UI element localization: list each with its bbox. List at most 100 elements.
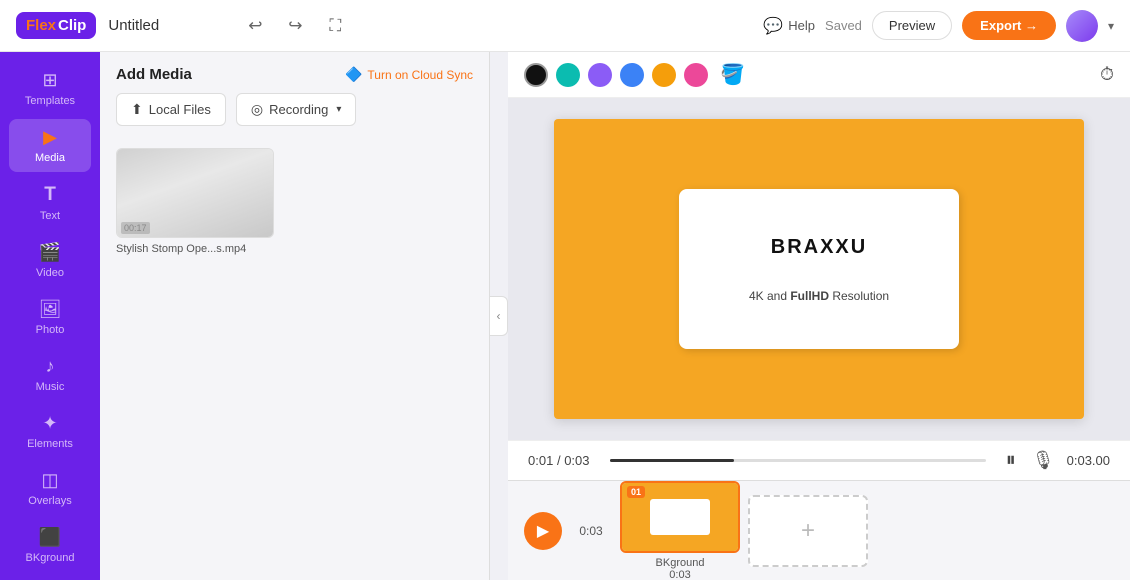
clip-label: BKground: [620, 557, 740, 569]
color-swatch-black[interactable]: [524, 63, 548, 87]
timeline-clip[interactable]: 01: [620, 481, 740, 553]
text-icon: T: [44, 184, 56, 206]
canvas-area: 🪣 ⏱ BRAXXU 4K and FullHD Resolution 0:01…: [508, 52, 1130, 580]
clip-preview-card: [650, 499, 710, 535]
sidebar: ⊞ Templates ▶ Media T Text 🎬 Video 🖼 Pho…: [0, 52, 100, 580]
video-preview: 00:17: [117, 148, 273, 238]
add-clip-wrapper: +: [748, 495, 868, 567]
media-thumbnail: 00:17: [116, 148, 274, 238]
media-label: Stylish Stomp Ope...s.mp4: [116, 243, 276, 255]
title-input[interactable]: [108, 17, 228, 34]
sidebar-item-overlays[interactable]: ◫ Overlays: [9, 462, 91, 515]
logo: FlexClip: [16, 12, 96, 39]
recording-chevron-icon: ▾: [336, 104, 341, 115]
media-panel: Add Media 🔷 Turn on Cloud Sync ⬆ Local F…: [100, 52, 490, 580]
sidebar-item-templates[interactable]: ⊞ Templates: [9, 62, 91, 115]
add-clip-button[interactable]: +: [748, 495, 868, 567]
avatar[interactable]: [1066, 10, 1098, 42]
local-files-label: Local Files: [149, 102, 211, 117]
preview-card-subtitle: 4K and FullHD Resolution: [749, 289, 889, 303]
help-button[interactable]: 💬 Help: [763, 16, 815, 36]
timer-icon[interactable]: ⏱: [1100, 64, 1114, 85]
color-swatch-blue[interactable]: [620, 63, 644, 87]
pause-button[interactable]: ⏸: [1006, 449, 1016, 472]
timeline-play-button[interactable]: ▶: [524, 512, 562, 550]
timeline-time: 0:03: [572, 524, 610, 538]
sidebar-item-label: Music: [36, 381, 65, 393]
color-swatch-yellow[interactable]: [652, 63, 676, 87]
panel-collapse-button[interactable]: ‹: [490, 296, 508, 336]
preview-card-title: BRAXXU: [771, 236, 867, 259]
preview-card: BRAXXU 4K and FullHD Resolution: [679, 189, 959, 349]
sidebar-item-bkground[interactable]: ⬛ BKground: [9, 519, 91, 572]
sidebar-item-label: Text: [40, 210, 60, 222]
topbar: FlexClip ↩ ↪ ⛶ 💬 Help Saved Preview Expo…: [0, 0, 1130, 52]
local-files-button[interactable]: ⬆ Local Files: [116, 93, 226, 126]
fullscreen-button[interactable]: ⛶: [320, 11, 350, 41]
media-item[interactable]: 00:17 Stylish Stomp Ope...s.mp4: [116, 148, 276, 255]
sidebar-item-text[interactable]: T Text: [9, 176, 91, 230]
help-icon: 💬: [763, 16, 783, 36]
undo-button[interactable]: ↩: [240, 11, 270, 41]
main-layout: ⊞ Templates ▶ Media T Text 🎬 Video 🖼 Pho…: [0, 52, 1130, 580]
sidebar-item-media[interactable]: ▶ Media: [9, 119, 91, 172]
export-button[interactable]: Export →: [962, 11, 1056, 40]
sidebar-item-label: Templates: [25, 95, 75, 107]
topbar-right: 💬 Help Saved Preview Export → ▾: [763, 10, 1114, 42]
templates-icon: ⊞: [42, 70, 57, 91]
fill-tool-icon[interactable]: 🪣: [720, 62, 745, 87]
saved-indicator: Saved: [825, 18, 862, 33]
logo-clip: Clip: [58, 17, 86, 34]
subtitle-bold: FullHD: [790, 289, 829, 303]
panel-header: Add Media 🔷 Turn on Cloud Sync: [100, 52, 489, 93]
bkground-icon: ⬛: [39, 527, 61, 548]
timeline-clips: 01 BKground 0:03 +: [620, 481, 868, 580]
topbar-icons: ↩ ↪ ⛶: [240, 11, 350, 41]
progress-track[interactable]: [610, 459, 986, 462]
timeline: ▶ 0:03 01 BKground 0:03 +: [508, 480, 1130, 580]
current-time: 0:01 / 0:03: [528, 453, 590, 468]
subtitle-pre: 4K and: [749, 289, 790, 303]
color-swatch-pink[interactable]: [684, 63, 708, 87]
photo-icon: 🖼: [39, 299, 62, 320]
clip-badge: 01: [627, 486, 645, 498]
preview-canvas[interactable]: BRAXXU 4K and FullHD Resolution: [554, 119, 1084, 419]
microphone-button[interactable]: 🎙: [1032, 450, 1055, 471]
recording-icon: ◎: [251, 101, 263, 118]
subtitle-post: Resolution: [829, 289, 889, 303]
color-swatch-purple[interactable]: [588, 63, 612, 87]
cloud-sync-button[interactable]: 🔷 Turn on Cloud Sync: [345, 66, 473, 83]
color-swatch-teal[interactable]: [556, 63, 580, 87]
panel-actions: ⬆ Local Files ◎ Recording ▾: [100, 93, 489, 138]
progress-fill: [610, 459, 734, 462]
recording-button[interactable]: ◎ Recording ▾: [236, 93, 357, 126]
panel-title: Add Media: [116, 66, 192, 83]
cloud-sync-label: Turn on Cloud Sync: [367, 68, 473, 82]
cloud-icon: 🔷: [345, 66, 362, 83]
duration-display: 0:03.00: [1067, 453, 1110, 468]
color-toolbar: 🪣 ⏱: [508, 52, 1130, 98]
preview-wrap: BRAXXU 4K and FullHD Resolution: [508, 98, 1130, 440]
elements-icon: ✦: [42, 413, 57, 434]
media-icon: ▶: [43, 127, 57, 148]
sidebar-item-music[interactable]: ♪ Music: [9, 348, 91, 401]
clip-wrapper: 01 BKground 0:03: [620, 481, 740, 580]
upload-icon: ⬆: [131, 101, 143, 118]
avatar-chevron[interactable]: ▾: [1108, 19, 1114, 33]
redo-button[interactable]: ↪: [280, 11, 310, 41]
media-grid: 00:17 Stylish Stomp Ope...s.mp4: [100, 138, 489, 580]
video-icon: 🎬: [39, 242, 61, 263]
sidebar-item-label: Video: [36, 267, 64, 279]
sidebar-item-watermark[interactable]: ☁ Watermark: [9, 576, 91, 580]
sidebar-item-label: Overlays: [28, 495, 71, 507]
collapse-icon: ‹: [497, 309, 501, 323]
sidebar-item-elements[interactable]: ✦ Elements: [9, 405, 91, 458]
sidebar-item-label: Elements: [27, 438, 73, 450]
sidebar-item-photo[interactable]: 🖼 Photo: [9, 291, 91, 344]
sidebar-item-video[interactable]: 🎬 Video: [9, 234, 91, 287]
playback-bar: 0:01 / 0:03 ⏸ 🎙 0:03.00: [508, 440, 1130, 480]
preview-button[interactable]: Preview: [872, 11, 952, 40]
logo-flex: Flex: [26, 17, 56, 34]
sidebar-item-label: Photo: [36, 324, 65, 336]
overlays-icon: ◫: [41, 470, 58, 491]
